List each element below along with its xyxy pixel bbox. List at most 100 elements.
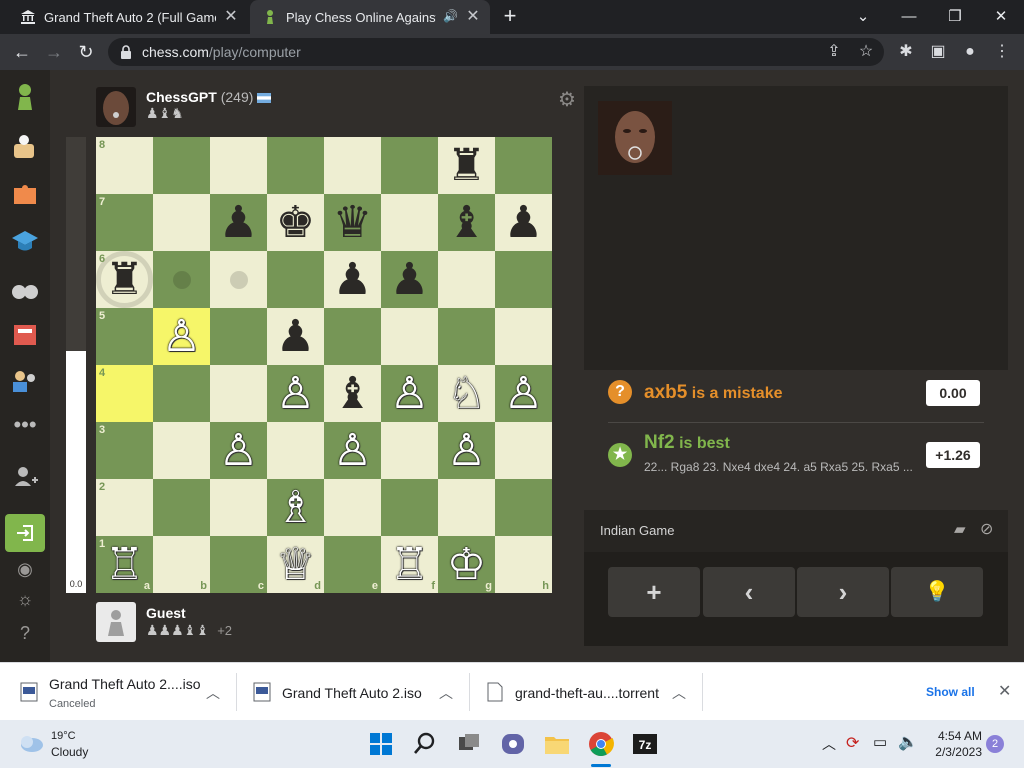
square-g5[interactable] (438, 308, 495, 365)
speaker-icon[interactable]: 🔊 (443, 9, 458, 23)
square-b6[interactable] (153, 251, 210, 308)
player-name[interactable]: Guest (146, 605, 186, 621)
square-c1[interactable]: c (210, 536, 267, 593)
learn-icon[interactable] (10, 226, 40, 256)
best-move[interactable]: Nf2 (644, 432, 675, 453)
weather-temp[interactable]: 19°C (51, 730, 76, 742)
black-piece-a6[interactable]: ♜ (96, 251, 153, 308)
close-tab-icon[interactable]: ✕ (464, 8, 482, 26)
black-piece-f6[interactable]: ♟ (381, 251, 438, 308)
restore-button[interactable]: ❐ (932, 0, 978, 34)
chevron-up-icon[interactable]: ︿ (206, 683, 220, 703)
square-h1[interactable]: h (495, 536, 552, 593)
news-icon[interactable] (10, 320, 40, 350)
opponent-name[interactable]: ChessGPT (249) (146, 89, 272, 105)
best-line[interactable]: 22... Rga8 23. Nxe4 dxe4 24. a5 Rxa5 25.… (644, 460, 924, 474)
square-f8[interactable] (381, 137, 438, 194)
square-b1[interactable]: b (153, 536, 210, 593)
bookmark-star-icon[interactable]: ☆ (854, 40, 878, 64)
download-item[interactable]: grand-theft-au....torrent ︿ (470, 663, 702, 721)
new-game-button[interactable]: + (608, 567, 700, 617)
move-hint-dot[interactable] (229, 270, 248, 289)
display-icon[interactable]: ▭ (873, 733, 887, 751)
omnibox[interactable]: chess.com/play/computer ⇪ ☆ (108, 38, 884, 66)
white-piece-g1[interactable]: ♔ (438, 536, 495, 593)
explore-compass-icon[interactable]: ⊘ (980, 519, 993, 539)
forward-button[interactable]: → (42, 40, 66, 64)
reload-button[interactable]: ↻ (74, 40, 98, 64)
notification-badge[interactable]: 2 (986, 735, 1004, 753)
square-h6[interactable] (495, 251, 552, 308)
square-b8[interactable] (153, 137, 210, 194)
back-button[interactable]: ← (10, 40, 34, 64)
black-piece-g7[interactable]: ♝ (438, 194, 495, 251)
square-e2[interactable] (324, 479, 381, 536)
white-piece-b5[interactable]: ♙ (153, 308, 210, 365)
menu-icon[interactable]: ⋮ (990, 40, 1014, 64)
sync-icon[interactable]: ⟳ (846, 733, 859, 753)
chesscom-logo-icon[interactable] (10, 82, 40, 112)
white-piece-d4[interactable]: ♙ (267, 365, 324, 422)
square-b7[interactable] (153, 194, 210, 251)
new-tab-button[interactable]: + (498, 4, 522, 28)
cloud-icon[interactable] (18, 733, 44, 753)
windows-start-icon[interactable] (365, 728, 397, 760)
more-icon[interactable]: ••• (10, 410, 40, 440)
square-d8[interactable] (267, 137, 324, 194)
clock-time[interactable]: 4:54 AM (934, 729, 982, 743)
social-icon[interactable] (10, 366, 40, 396)
opponent-avatar[interactable] (96, 87, 136, 127)
white-piece-g4[interactable]: ♘ (438, 365, 495, 422)
theme-icon[interactable]: ☼ (10, 584, 40, 614)
square-f5[interactable] (381, 308, 438, 365)
chess-board[interactable]: 8 7 6 5 4 3 2 1 a b c d e f g h ♜ ♟ ♚ ♛ ♝ ♟ ♜ ♟ ♟ ♙ ♟ ♙ ♝ ♙ ♘ ♙ ♙ ♙ ♙ ♗ ♖ ♕ ♖ ♔ (96, 137, 552, 593)
weather-desc[interactable]: Cloudy (51, 745, 88, 759)
globe-icon[interactable]: ◉ (10, 554, 40, 584)
black-piece-d7[interactable]: ♚ (267, 194, 324, 251)
settings-gear-icon[interactable]: ⚙ (558, 87, 576, 112)
white-piece-h4[interactable]: ♙ (495, 365, 552, 422)
square-c4[interactable] (210, 365, 267, 422)
square-a3[interactable]: 3 (96, 422, 153, 479)
chevron-up-icon[interactable]: ︿ (822, 734, 836, 754)
square-g6[interactable] (438, 251, 495, 308)
lock-icon[interactable] (120, 45, 132, 59)
square-c5[interactable] (210, 308, 267, 365)
black-piece-g8[interactable]: ♜ (438, 137, 495, 194)
add-friend-icon[interactable] (10, 462, 40, 492)
clock-date[interactable]: 2/3/2023 (928, 745, 982, 759)
square-a2[interactable]: 2 (96, 479, 153, 536)
square-a7[interactable]: 7 (96, 194, 153, 251)
download-item[interactable]: Grand Theft Auto 2.iso ︿ (237, 663, 469, 721)
white-piece-a1[interactable]: ♖ (96, 536, 153, 593)
white-piece-e3[interactable]: ♙ (324, 422, 381, 479)
square-a8[interactable]: 8 (96, 137, 153, 194)
tab-gta2[interactable]: Grand Theft Auto 2 (Full Game) : ✕ (8, 0, 248, 34)
player-avatar[interactable] (96, 602, 136, 642)
task-view-icon[interactable] (453, 728, 485, 760)
square-b2[interactable] (153, 479, 210, 536)
tab-chess[interactable]: Play Chess Online Against th 🔊 ✕ (250, 0, 490, 34)
volume-icon[interactable]: 🔈 (898, 732, 918, 752)
square-f7[interactable] (381, 194, 438, 251)
square-c8[interactable] (210, 137, 267, 194)
search-icon[interactable] (409, 728, 441, 760)
square-g2[interactable] (438, 479, 495, 536)
watch-icon[interactable] (10, 274, 40, 304)
share-icon[interactable]: ⇪ (822, 40, 846, 64)
close-tab-icon[interactable]: ✕ (222, 8, 240, 26)
help-icon[interactable]: ? (10, 618, 40, 648)
extensions-icon[interactable]: ✱ (894, 40, 918, 64)
download-item[interactable]: Grand Theft Auto 2....iso Canceled ︿ (0, 663, 236, 721)
close-download-bar-icon[interactable]: ✕ (998, 681, 1011, 701)
puzzles-icon[interactable] (10, 178, 40, 208)
file-explorer-icon[interactable] (541, 728, 573, 760)
7zip-icon[interactable]: 7z (629, 728, 661, 760)
white-piece-f4[interactable]: ♙ (381, 365, 438, 422)
white-piece-f1[interactable]: ♖ (381, 536, 438, 593)
sign-up-button[interactable] (5, 514, 45, 552)
black-piece-e7[interactable]: ♛ (324, 194, 381, 251)
square-a5[interactable]: 5 (96, 308, 153, 365)
square-h8[interactable] (495, 137, 552, 194)
white-piece-g3[interactable]: ♙ (438, 422, 495, 479)
